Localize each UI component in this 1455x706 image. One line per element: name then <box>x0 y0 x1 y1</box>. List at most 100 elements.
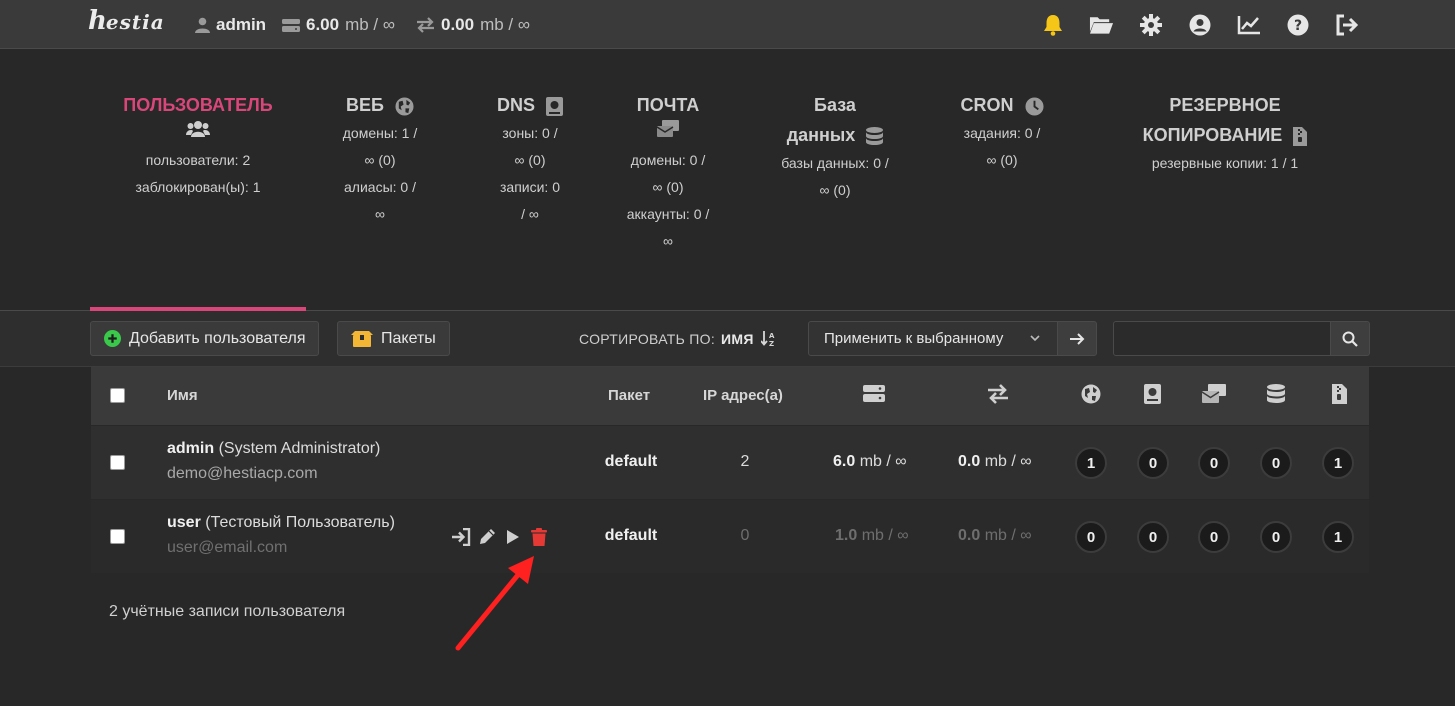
table-header: Имя Пакет IP адрес(а) <box>91 367 1369 425</box>
toolbar: Добавить пользователя Пакеты СОРТИРОВАТЬ… <box>0 311 1455 367</box>
packages-button[interactable]: Пакеты <box>337 321 450 356</box>
backup-file-icon <box>1293 126 1308 146</box>
web-aliases: алиасы: 0 / <box>344 179 416 195</box>
user-count-summary: 2 учётные записи пользователя <box>109 603 346 620</box>
mail-count-badge: 0 <box>1198 521 1230 553</box>
dns-title: DNS <box>478 90 582 120</box>
cron-title: CRON <box>952 90 1052 120</box>
annotation-arrow <box>455 556 534 651</box>
bandwidth-cell: 0.0 mb / ∞ <box>958 527 1032 544</box>
overview-users[interactable]: ПОЛЬЗОВАТЕЛЬ пользователи: 2 заблокирова… <box>112 90 284 201</box>
db-count: базы данных: 0 / <box>781 155 889 171</box>
hestia-logo[interactable]: hestia <box>88 6 165 36</box>
user-circle-icon[interactable] <box>1187 12 1212 37</box>
edit-pencil-icon[interactable] <box>477 527 497 547</box>
web-domains-limit: ∞ (0) <box>364 152 396 168</box>
web-title: ВЕБ <box>330 90 430 120</box>
header-ip[interactable]: IP адрес(а) <box>703 387 783 404</box>
svg-text:?: ? <box>1293 18 1301 34</box>
dns-records: записи: 0 <box>500 179 560 195</box>
bandwidth-usage: 0.00 mb / ∞ <box>416 14 530 36</box>
overview-backups[interactable]: РЕЗЕРВНОЕ КОПИРОВАНИЕ резервные копии: 1… <box>1125 90 1325 177</box>
backups-count: резервные копии: 1 / 1 <box>1151 155 1299 171</box>
header-name[interactable]: Имя <box>167 387 198 404</box>
add-user-label: Добавить пользователя <box>129 329 306 347</box>
svg-text:Z: Z <box>769 340 774 346</box>
login-as-user-icon[interactable] <box>451 527 471 547</box>
unsuspend-play-icon[interactable] <box>503 527 523 547</box>
users-group-icon <box>112 120 284 147</box>
svg-text:A: A <box>769 332 775 340</box>
plus-circle-icon <box>104 330 121 347</box>
header-package[interactable]: Пакет <box>608 387 650 404</box>
packages-label: Пакеты <box>381 329 436 347</box>
overview-databases[interactable]: База данных базы данных: 0 / ∞ (0) <box>770 90 900 204</box>
bulk-action-select[interactable]: Применить к выбранному <box>808 321 1058 356</box>
current-user[interactable]: admin <box>195 14 266 36</box>
dns-zones: зоны: 0 / <box>502 125 558 141</box>
chart-line-icon[interactable] <box>1236 12 1261 37</box>
db-title-line2: данных <box>770 120 900 150</box>
clock-icon <box>1024 97 1044 116</box>
backup-file-icon <box>1332 384 1347 404</box>
mail-icon <box>614 120 722 147</box>
select-all-checkbox[interactable] <box>110 388 125 403</box>
globe-icon <box>395 97 414 116</box>
chevron-down-icon <box>1030 335 1040 342</box>
folder-icon[interactable] <box>1089 12 1114 37</box>
package-cell: default <box>604 453 658 470</box>
disk-icon <box>863 385 885 402</box>
arrow-right-icon <box>1070 332 1085 345</box>
apply-button[interactable] <box>1057 321 1097 356</box>
overview-web[interactable]: ВЕБ домены: 1 / ∞ (0) алиасы: 0 / ∞ <box>330 90 430 228</box>
disk-used-value: 6.00 <box>306 15 340 34</box>
row-actions <box>451 527 549 547</box>
sort-label: СОРТИРОВАТЬ ПО: <box>579 331 716 347</box>
web-domains: домены: 1 / <box>342 125 418 141</box>
database-icon <box>866 126 884 145</box>
disk-icon <box>282 18 300 32</box>
row-checkbox[interactable] <box>110 529 125 544</box>
cron-jobs: задания: 0 / <box>963 125 1041 141</box>
mail-accounts: аккаунты: 0 / <box>626 206 710 222</box>
dns-records-limit: / ∞ <box>521 206 539 222</box>
search-button[interactable] <box>1330 321 1370 356</box>
bandwidth-cell: 0.0 mb / ∞ <box>958 453 1032 470</box>
gear-icon[interactable] <box>1138 12 1163 37</box>
sort-control[interactable]: СОРТИРОВАТЬ ПО: ИМЯ AZ <box>579 331 778 348</box>
add-user-button[interactable]: Добавить пользователя <box>90 321 320 356</box>
db-title-line1: База <box>814 95 856 115</box>
bandwidth-icon <box>988 384 1008 404</box>
logout-icon[interactable] <box>1334 12 1359 37</box>
row-checkbox[interactable] <box>110 455 125 470</box>
table-row[interactable]: user (Тестовый Пользователь) user@email.… <box>91 500 1369 573</box>
user-name[interactable]: user (Тестовый Пользователь) <box>167 514 395 532</box>
user-name[interactable]: admin (System Administrator) <box>167 440 380 458</box>
web-count-badge: 0 <box>1075 521 1107 553</box>
bandwidth-icon <box>417 17 434 33</box>
sort-alpha-icon: AZ <box>760 331 775 348</box>
sort-value: ИМЯ <box>721 331 754 347</box>
dns-count-badge: 0 <box>1137 521 1169 553</box>
ip-count: 2 <box>740 453 750 470</box>
overview-dns[interactable]: DNS зоны: 0 / ∞ (0) записи: 0 / ∞ <box>478 90 582 228</box>
help-icon[interactable]: ? <box>1285 12 1310 37</box>
user-email: user@email.com <box>167 539 288 556</box>
user-email: demo@hestiacp.com <box>167 465 318 482</box>
dns-count-badge: 0 <box>1137 447 1169 479</box>
db-limit: ∞ (0) <box>819 182 851 198</box>
dns-zones-limit: ∞ (0) <box>514 152 546 168</box>
search-input[interactable] <box>1113 321 1331 356</box>
table-row[interactable]: admin (System Administrator) demo@hestia… <box>91 426 1369 499</box>
delete-trash-icon[interactable] <box>529 527 549 547</box>
overview-cron[interactable]: CRON задания: 0 / ∞ (0) <box>952 90 1052 174</box>
cron-limit: ∞ (0) <box>986 152 1018 168</box>
mail-title: ПОЧТА <box>636 95 700 115</box>
overview-mail[interactable]: ПОЧТА домены: 0 / ∞ (0) аккаунты: 0 / ∞ <box>614 90 722 255</box>
box-icon <box>351 330 373 347</box>
disk-cell: 1.0 mb / ∞ <box>835 527 909 544</box>
users-count: пользователи: 2 <box>145 152 251 168</box>
disk-usage: 6.00 mb / ∞ <box>282 14 395 36</box>
bell-icon[interactable] <box>1040 12 1065 37</box>
db-count-badge: 0 <box>1260 447 1292 479</box>
